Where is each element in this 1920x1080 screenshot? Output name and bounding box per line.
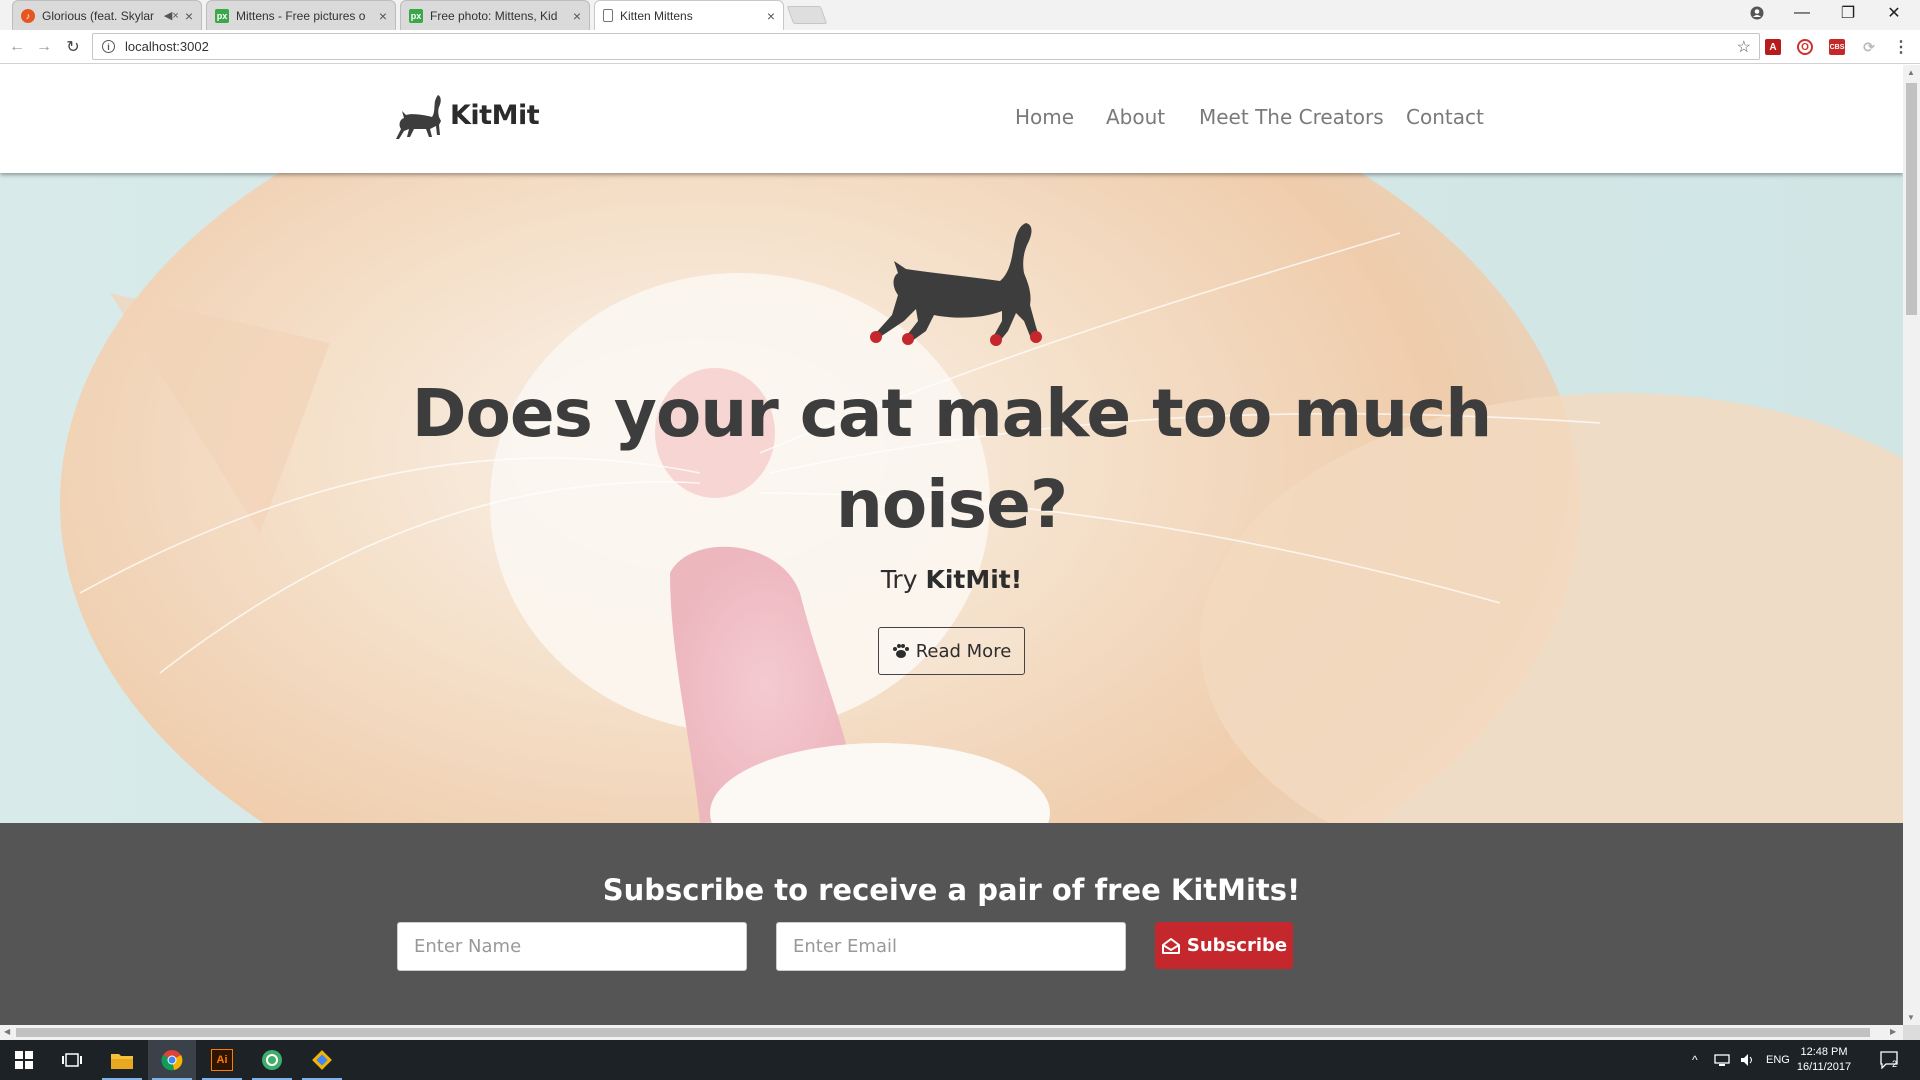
bookmark-star-icon[interactable]: ☆ [1737,37,1751,57]
pixabay-favicon-icon: px [409,8,423,23]
tab-glorious[interactable]: ♪ Glorious (feat. Skylar ◀× × [12,0,202,30]
volume-icon[interactable] [1740,1040,1756,1080]
name-field[interactable]: Enter Name [397,922,747,971]
network-icon[interactable] [1714,1040,1730,1080]
email-field[interactable]: Enter Email [776,922,1126,971]
tab-mittens-pictures[interactable]: px Mittens - Free pictures o × [206,0,396,30]
name-placeholder: Enter Name [414,936,522,957]
sync-extension-icon[interactable]: ⟳ [1861,39,1877,55]
paw-icon [892,644,909,658]
browser-tabstrip: ♪ Glorious (feat. Skylar ◀× × px Mittens… [0,0,1920,30]
close-window-button[interactable]: ✕ [1872,0,1916,26]
audio-muted-icon[interactable]: ◀× [164,9,179,22]
music-favicon-icon: ♪ [21,8,35,23]
windows-taskbar: Ai ^ ENG 12:48 PM 16/11/2017 2 [0,1040,1920,1080]
notification-count: 2 [1892,1059,1898,1069]
subscribe-section: Subscribe to receive a pair of free KitM… [0,823,1903,1025]
close-tab-icon[interactable]: × [573,8,581,24]
scroll-left-icon[interactable]: ◀ [4,1027,10,1036]
git-icon[interactable] [298,1040,346,1080]
cbs-extension-icon[interactable]: CBS [1829,39,1845,55]
pixabay-favicon-icon: px [215,8,229,23]
scroll-up-icon[interactable]: ▲ [1907,68,1915,77]
action-center-icon[interactable]: 2 [1880,1040,1898,1080]
scroll-down-icon[interactable]: ▼ [1907,1013,1915,1022]
tab-title: Free photo: Mittens, Kid [430,8,558,23]
reload-button[interactable]: ↻ [62,36,84,58]
info-icon[interactable]: i [102,40,115,53]
logo-text: KitMit [450,100,540,131]
restore-button[interactable]: ❐ [1826,0,1870,26]
hero-subtitle-brand: KitMit! [925,565,1023,594]
subscribe-button[interactable]: Subscribe [1155,922,1293,969]
profile-icon[interactable] [1735,0,1779,26]
red-pawed-cat-icon [870,223,1042,346]
tab-title: Kitten Mittens [620,8,693,23]
page-favicon-icon [603,9,613,22]
cat-logo-icon [396,95,441,139]
hero-title: Does your cat make too much noise? [411,375,1492,543]
scroll-right-icon[interactable]: ▶ [1890,1027,1896,1036]
browser-toolbar: ← → ↻ i localhost:3002 ☆ [0,30,1920,64]
system-clock[interactable]: 12:48 PM 16/11/2017 [1790,1045,1858,1075]
chrome-menu-icon[interactable]: ⋮ [1893,39,1909,56]
clock-date: 16/11/2017 [1796,1061,1852,1073]
vertical-scroll-thumb[interactable] [1906,83,1917,315]
subscribe-title: Subscribe to receive a pair of free KitM… [602,873,1301,907]
read-more-button[interactable]: Read More [878,627,1025,675]
horizontal-scrollbar[interactable]: ◀ ▶ [0,1025,1903,1040]
subscribe-label: Subscribe [1186,935,1288,956]
url-text: localhost:3002 [125,39,209,54]
nav-home[interactable]: Home [1015,105,1074,129]
site-header: KitMit Home About Meet The Creators Cont… [0,65,1903,173]
vertical-scrollbar[interactable]: ▲ ▼ [1903,65,1920,1025]
nav-contact[interactable]: Contact [1406,105,1484,129]
new-tab-button[interactable] [786,6,828,24]
read-more-label: Read More [915,640,1012,662]
tab-free-photo[interactable]: px Free photo: Mittens, Kid × [400,0,590,30]
email-placeholder: Enter Email [793,936,897,957]
hero-subtitle: Try KitMit! [0,565,1903,594]
hero-subtitle-prefix: Try [880,565,926,594]
illustrator-icon[interactable]: Ai [198,1040,246,1080]
horizontal-scroll-thumb[interactable] [16,1028,1870,1037]
tab-title: Glorious (feat. Skylar [42,8,155,23]
minimize-button[interactable]: — [1780,0,1824,26]
close-tab-icon[interactable]: × [767,8,775,24]
tab-kitten-mittens[interactable]: Kitten Mittens × [594,0,784,30]
page-viewport: KitMit Home About Meet The Creators Cont… [0,65,1903,1025]
address-bar[interactable]: i localhost:3002 ☆ [92,33,1760,60]
forward-button[interactable]: → [33,36,55,58]
file-explorer-icon[interactable] [98,1040,146,1080]
acrobat-extension-icon[interactable]: A [1765,39,1781,55]
windows-start-icon[interactable] [0,1040,48,1080]
back-button[interactable]: ← [6,36,28,58]
nav-meet-the-creators[interactable]: Meet The Creators [1199,105,1384,129]
tab-title: Mittens - Free pictures o [236,8,366,23]
task-view-icon[interactable] [48,1040,96,1080]
hero-section: Does your cat make too much noise? Try K… [0,173,1903,823]
close-tab-icon[interactable]: × [379,8,387,24]
clock-time: 12:48 PM [1800,1046,1848,1058]
chrome-icon[interactable] [148,1040,196,1080]
nav-about[interactable]: About [1106,105,1165,129]
scrollbar-corner [1903,1025,1920,1040]
language-indicator[interactable]: ENG [1766,1040,1790,1080]
opera-extension-icon[interactable]: O [1797,39,1813,55]
envelope-open-icon [1161,937,1180,954]
close-tab-icon[interactable]: × [185,8,193,24]
sourcetree-icon[interactable] [248,1040,296,1080]
tray-expand-icon[interactable]: ^ [1692,1040,1698,1080]
site-logo[interactable]: KitMit [394,91,540,143]
